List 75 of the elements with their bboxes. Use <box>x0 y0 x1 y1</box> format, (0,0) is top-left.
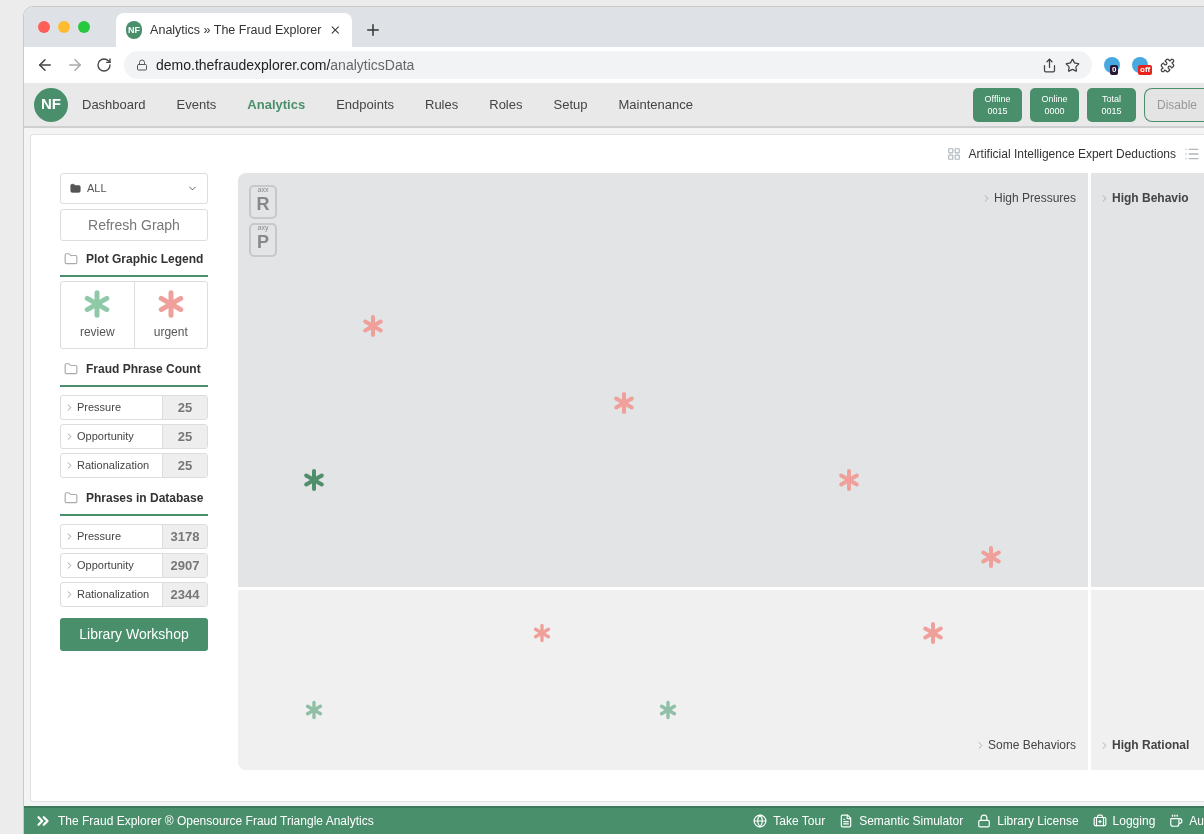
folder-icon <box>64 362 78 376</box>
share-icon[interactable] <box>1042 57 1057 73</box>
row-count: 25 <box>162 454 207 477</box>
quadrant-label: High Behavio <box>1112 190 1189 207</box>
data-point <box>302 468 326 492</box>
nav-link[interactable]: Endpoints <box>336 94 394 115</box>
row-label: Rationalization <box>77 587 150 603</box>
favicon-icon: NF <box>126 21 143 39</box>
section-title: Phrases in Database <box>86 490 204 507</box>
quadrant-label: Some Behaviors <box>987 737 1076 754</box>
reload-icon[interactable] <box>96 57 112 73</box>
row-label: Opportunity <box>77 558 134 574</box>
medical-kit-icon <box>1092 814 1107 828</box>
bookmark-star-icon[interactable] <box>1065 57 1080 73</box>
nav-link[interactable]: Roles <box>489 94 523 115</box>
document-icon <box>839 814 854 828</box>
data-point <box>612 391 636 415</box>
footer-title: The Fraud Explorer ® Opensource Fraud Triangle Analytics <box>58 813 374 830</box>
puzzle-icon[interactable] <box>1160 57 1175 73</box>
library-workshop-button[interactable]: Library Workshop <box>60 618 208 651</box>
row-label: Pressure <box>77 400 122 416</box>
footer-link[interactable]: Au <box>1169 812 1204 830</box>
nav-link[interactable]: Events <box>176 94 217 115</box>
data-point <box>921 621 945 645</box>
filter-dropdown[interactable]: ALL <box>60 173 208 204</box>
folder-icon <box>64 252 78 266</box>
data-point <box>979 545 1003 569</box>
data-point <box>658 700 678 720</box>
legend-label: urgent <box>153 324 188 341</box>
data-point <box>837 468 861 492</box>
new-tab-icon[interactable] <box>364 21 382 39</box>
row-count: 25 <box>162 425 207 448</box>
row-count: 2907 <box>162 554 207 577</box>
extension-badge: off <box>1138 65 1153 75</box>
folder-icon <box>64 491 78 505</box>
status-badge: Offline 0015 <box>973 87 1022 122</box>
status-badge: Online 0000 <box>1030 87 1079 122</box>
data-point <box>532 623 552 643</box>
quadrant-label: High Pressures <box>993 190 1076 207</box>
extension-icon[interactable]: 0 <box>1104 57 1120 73</box>
cup-icon <box>1169 814 1184 828</box>
data-point <box>304 700 324 720</box>
extension-badge: 0 <box>1110 65 1119 75</box>
row-count: 3178 <box>162 525 207 548</box>
footer-link[interactable]: Semantic Simulator <box>839 812 964 830</box>
nav-link[interactable]: Maintenance <box>618 94 693 115</box>
status-badge: Total 0015 <box>1087 87 1136 122</box>
data-point <box>361 314 385 338</box>
footer-link[interactable]: Library License <box>977 812 1079 830</box>
footer-link[interactable]: Logging <box>1092 812 1156 830</box>
refresh-graph-button[interactable]: Refresh Graph <box>60 209 208 241</box>
lock-icon <box>136 59 148 71</box>
nav-link[interactable]: Rules <box>425 94 459 115</box>
browser-tab[interactable]: NF Analytics » The Fraud Explorer <box>116 13 352 47</box>
globe-icon <box>753 814 768 828</box>
logo[interactable]: NF <box>34 87 68 122</box>
close-tab-icon[interactable] <box>329 23 342 37</box>
section-title: Plot Graphic Legend <box>86 251 204 268</box>
footer-link[interactable]: Take Tour <box>753 812 826 830</box>
nav-link[interactable]: Dashboard <box>82 94 146 115</box>
row-label: Opportunity <box>77 429 134 445</box>
legend-label: review <box>79 324 115 341</box>
address-field[interactable]: demo.thefraudexplorer.com/analyticsData <box>124 51 1092 79</box>
row-label: Rationalization <box>77 458 150 474</box>
row-label: Pressure <box>77 529 122 545</box>
nav-link[interactable]: Setup <box>553 94 588 115</box>
row-count: 25 <box>162 396 207 419</box>
section-title: Fraud Phrase Count <box>86 361 201 378</box>
back-icon[interactable] <box>36 56 54 74</box>
nav-link[interactable]: Analytics <box>247 94 306 115</box>
folder-icon <box>70 183 81 194</box>
row-count: 2344 <box>162 583 207 606</box>
toolbar-title: Artificial Intelligence Expert Deductions <box>968 146 1176 163</box>
lock-icon <box>977 814 992 828</box>
quadrant-label: High Rational <box>1112 737 1190 754</box>
